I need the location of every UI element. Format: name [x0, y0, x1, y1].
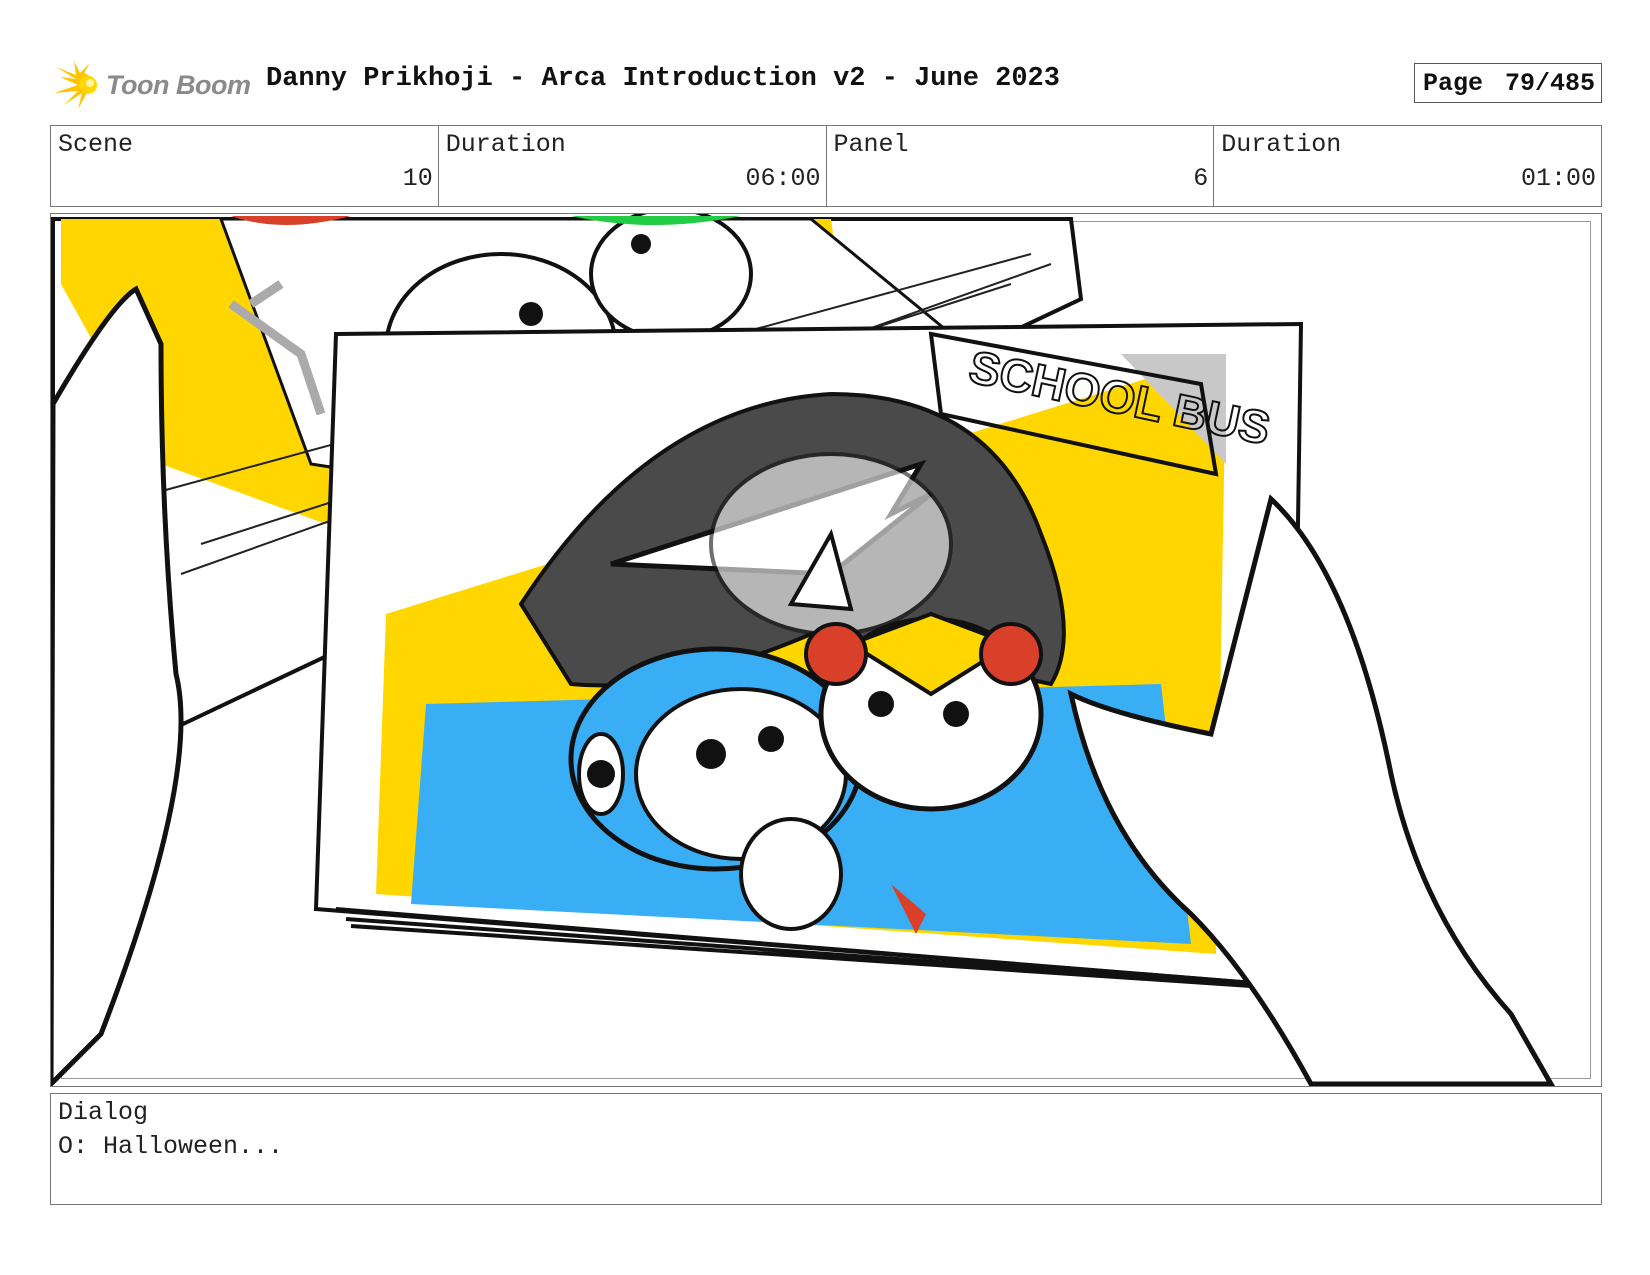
toon-boom-logo: Toon Boom: [54, 58, 251, 112]
panel-duration-label: Duration: [1221, 130, 1342, 159]
dialog-box: Dialog O: Halloween...: [50, 1093, 1602, 1205]
page-number: 79/485: [1504, 68, 1595, 98]
scene-duration-label: Duration: [445, 130, 566, 159]
panel-cell: Panel 6: [827, 126, 1215, 206]
panel-value: 6: [1193, 164, 1209, 193]
logo-burst-icon: [54, 61, 97, 109]
page-indicator: Page 79/485: [1414, 63, 1602, 103]
scene-label: Scene: [58, 130, 134, 159]
dialog-text: O: Halloween...: [58, 1132, 284, 1161]
document-title: Danny Prikhoji - Arca Introduction v2 - …: [266, 64, 1060, 94]
logo-text: Toon Boom: [106, 69, 251, 100]
panel-drawing: SCHOOL BUS: [51, 214, 1556, 1086]
scene-duration-cell: Duration 06:00: [439, 126, 827, 206]
scene-cell: Scene 10: [51, 126, 439, 206]
page-label: Page: [1423, 68, 1484, 98]
scene-value: 10: [402, 164, 433, 193]
dialog-label: Dialog: [58, 1098, 149, 1127]
panel-info-row: Scene 10 Duration 06:00 Panel 6 Duration…: [50, 125, 1602, 207]
panel-label: Panel: [833, 130, 909, 159]
front-photo: SCHOOL BUS: [313, 321, 1304, 989]
panel-duration-value: 01:00: [1520, 164, 1596, 193]
scene-duration-value: 06:00: [745, 164, 821, 193]
panel-duration-cell: Duration 01:00: [1214, 126, 1601, 206]
storyboard-panel: SCHOOL BUS: [50, 213, 1602, 1087]
